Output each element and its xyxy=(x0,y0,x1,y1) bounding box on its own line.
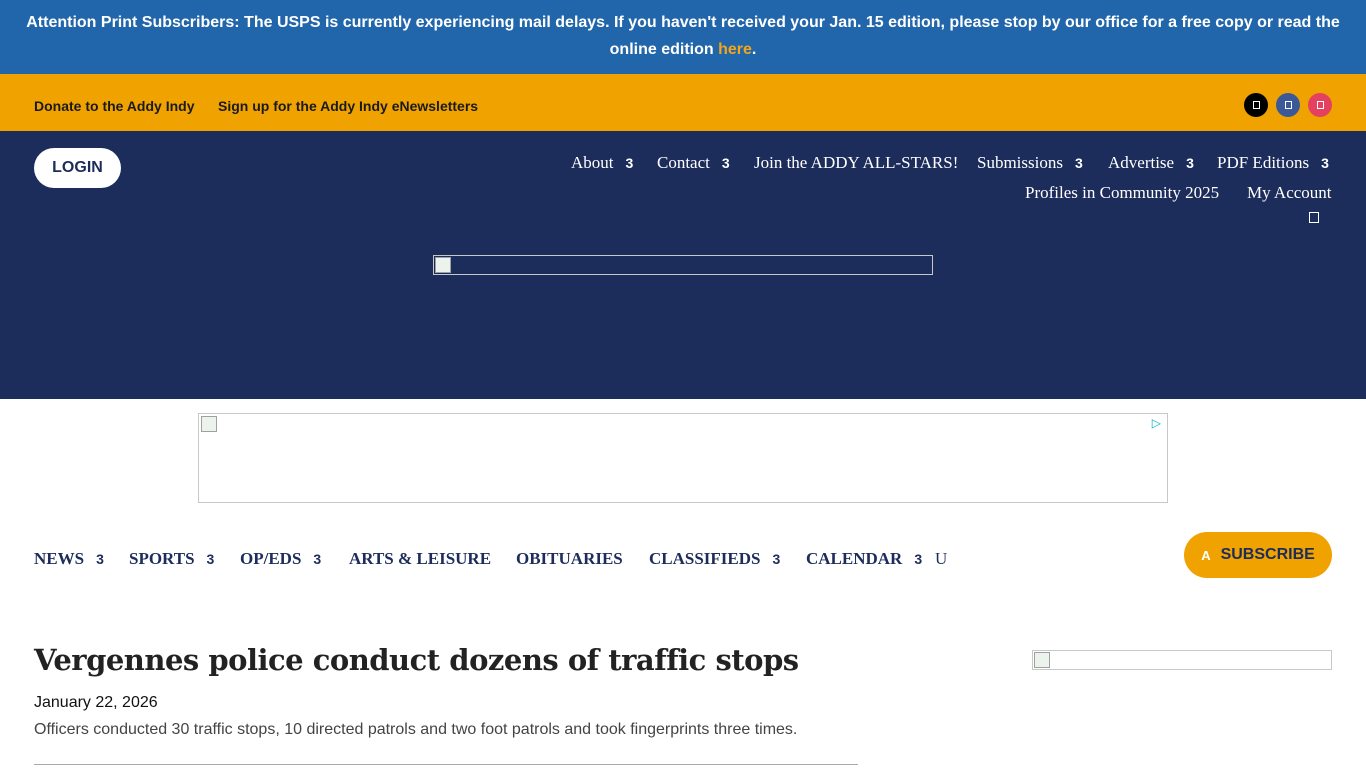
nav-pdf-editions[interactable]: PDF Editions 3 xyxy=(1217,153,1329,173)
nav-advertise[interactable]: Advertise 3 xyxy=(1108,153,1194,173)
nav-profiles-2025[interactable]: Profiles in Community 2025 xyxy=(1025,183,1219,203)
alert-banner: Attention Print Subscribers: The USPS is… xyxy=(0,0,1366,74)
mainnav-news-label: NEWS xyxy=(34,549,85,568)
search-icon[interactable] xyxy=(1309,212,1319,223)
chevron-down-icon: 3 xyxy=(1186,155,1194,171)
nav-contact-label: Contact xyxy=(657,153,710,172)
nav-advertise-label: Advertise xyxy=(1108,153,1175,172)
more-menu-icon[interactable]: U xyxy=(935,549,947,569)
nav-my-account[interactable]: My Account xyxy=(1247,183,1332,203)
sidebar-ad[interactable] xyxy=(1032,650,1332,670)
mainnav-sports[interactable]: SPORTS 3 xyxy=(129,549,214,569)
mainnav-classifieds[interactable]: CLASSIFIEDS 3 xyxy=(649,549,780,569)
chevron-down-icon: 3 xyxy=(206,551,215,567)
broken-image-icon xyxy=(1034,652,1050,668)
ad-choices-icon[interactable]: ▷ xyxy=(1152,416,1161,430)
nav-contact[interactable]: Contact 3 xyxy=(657,153,730,173)
article-summary: Officers conducted 30 traffic stops, 10 … xyxy=(34,721,798,738)
ad-banner[interactable]: ▷ xyxy=(198,413,1168,503)
site-logo[interactable] xyxy=(433,255,933,275)
mainnav-calendar-label: CALENDAR xyxy=(806,549,903,568)
mainnav-arts-leisure[interactable]: ARTS & LEISURE xyxy=(349,549,491,569)
mainnav-opeds-label: OP/EDS xyxy=(240,549,302,568)
nav-pdf-editions-label: PDF Editions xyxy=(1217,153,1310,172)
instagram-icon[interactable] xyxy=(1308,93,1332,117)
x-twitter-icon[interactable] xyxy=(1244,93,1268,117)
nav-about-label: About xyxy=(571,153,614,172)
alert-here-link[interactable]: here xyxy=(718,41,752,58)
subscribe-icon: A xyxy=(1201,547,1211,563)
broken-image-icon xyxy=(435,257,451,273)
alert-text: Attention Print Subscribers: The USPS is… xyxy=(26,14,1340,58)
mainnav-classifieds-label: CLASSIFIEDS xyxy=(649,549,761,568)
mainnav-news[interactable]: NEWS 3 xyxy=(34,549,104,569)
alert-suffix: . xyxy=(751,41,757,58)
chevron-down-icon: 3 xyxy=(914,551,923,567)
chevron-down-icon: 3 xyxy=(772,551,781,567)
subscribe-label: SUBSCRIBE xyxy=(1220,546,1315,563)
promo-bar xyxy=(0,74,1366,131)
chevron-down-icon: 3 xyxy=(721,155,730,171)
mainnav-obituaries[interactable]: OBITUARIES xyxy=(516,549,623,569)
chevron-down-icon: 3 xyxy=(313,551,322,567)
newsletter-signup-link[interactable]: Sign up for the Addy Indy eNewsletters xyxy=(218,98,478,114)
mainnav-opeds[interactable]: OP/EDS 3 xyxy=(240,549,321,569)
donate-link[interactable]: Donate to the Addy Indy xyxy=(34,98,194,114)
subscribe-button[interactable]: A SUBSCRIBE xyxy=(1184,532,1332,578)
nav-submissions[interactable]: Submissions 3 xyxy=(977,153,1083,173)
login-button[interactable]: LOGIN xyxy=(34,148,121,188)
divider xyxy=(34,764,858,765)
nav-submissions-label: Submissions xyxy=(977,153,1063,172)
mainnav-sports-label: SPORTS xyxy=(129,549,195,568)
chevron-down-icon: 3 xyxy=(1321,155,1329,171)
broken-image-icon xyxy=(201,416,217,432)
article-title[interactable]: Vergennes police conduct dozens of traff… xyxy=(34,643,799,677)
nav-about[interactable]: About 3 xyxy=(571,153,633,173)
facebook-icon[interactable] xyxy=(1276,93,1300,117)
article-date: January 22, 2026 xyxy=(34,694,158,711)
nav-join-all-stars[interactable]: Join the ADDY ALL-STARS! xyxy=(754,153,958,173)
chevron-down-icon: 3 xyxy=(96,551,104,567)
mainnav-calendar[interactable]: CALENDAR 3 xyxy=(806,549,922,569)
chevron-down-icon: 3 xyxy=(625,155,634,171)
chevron-down-icon: 3 xyxy=(1074,155,1083,171)
